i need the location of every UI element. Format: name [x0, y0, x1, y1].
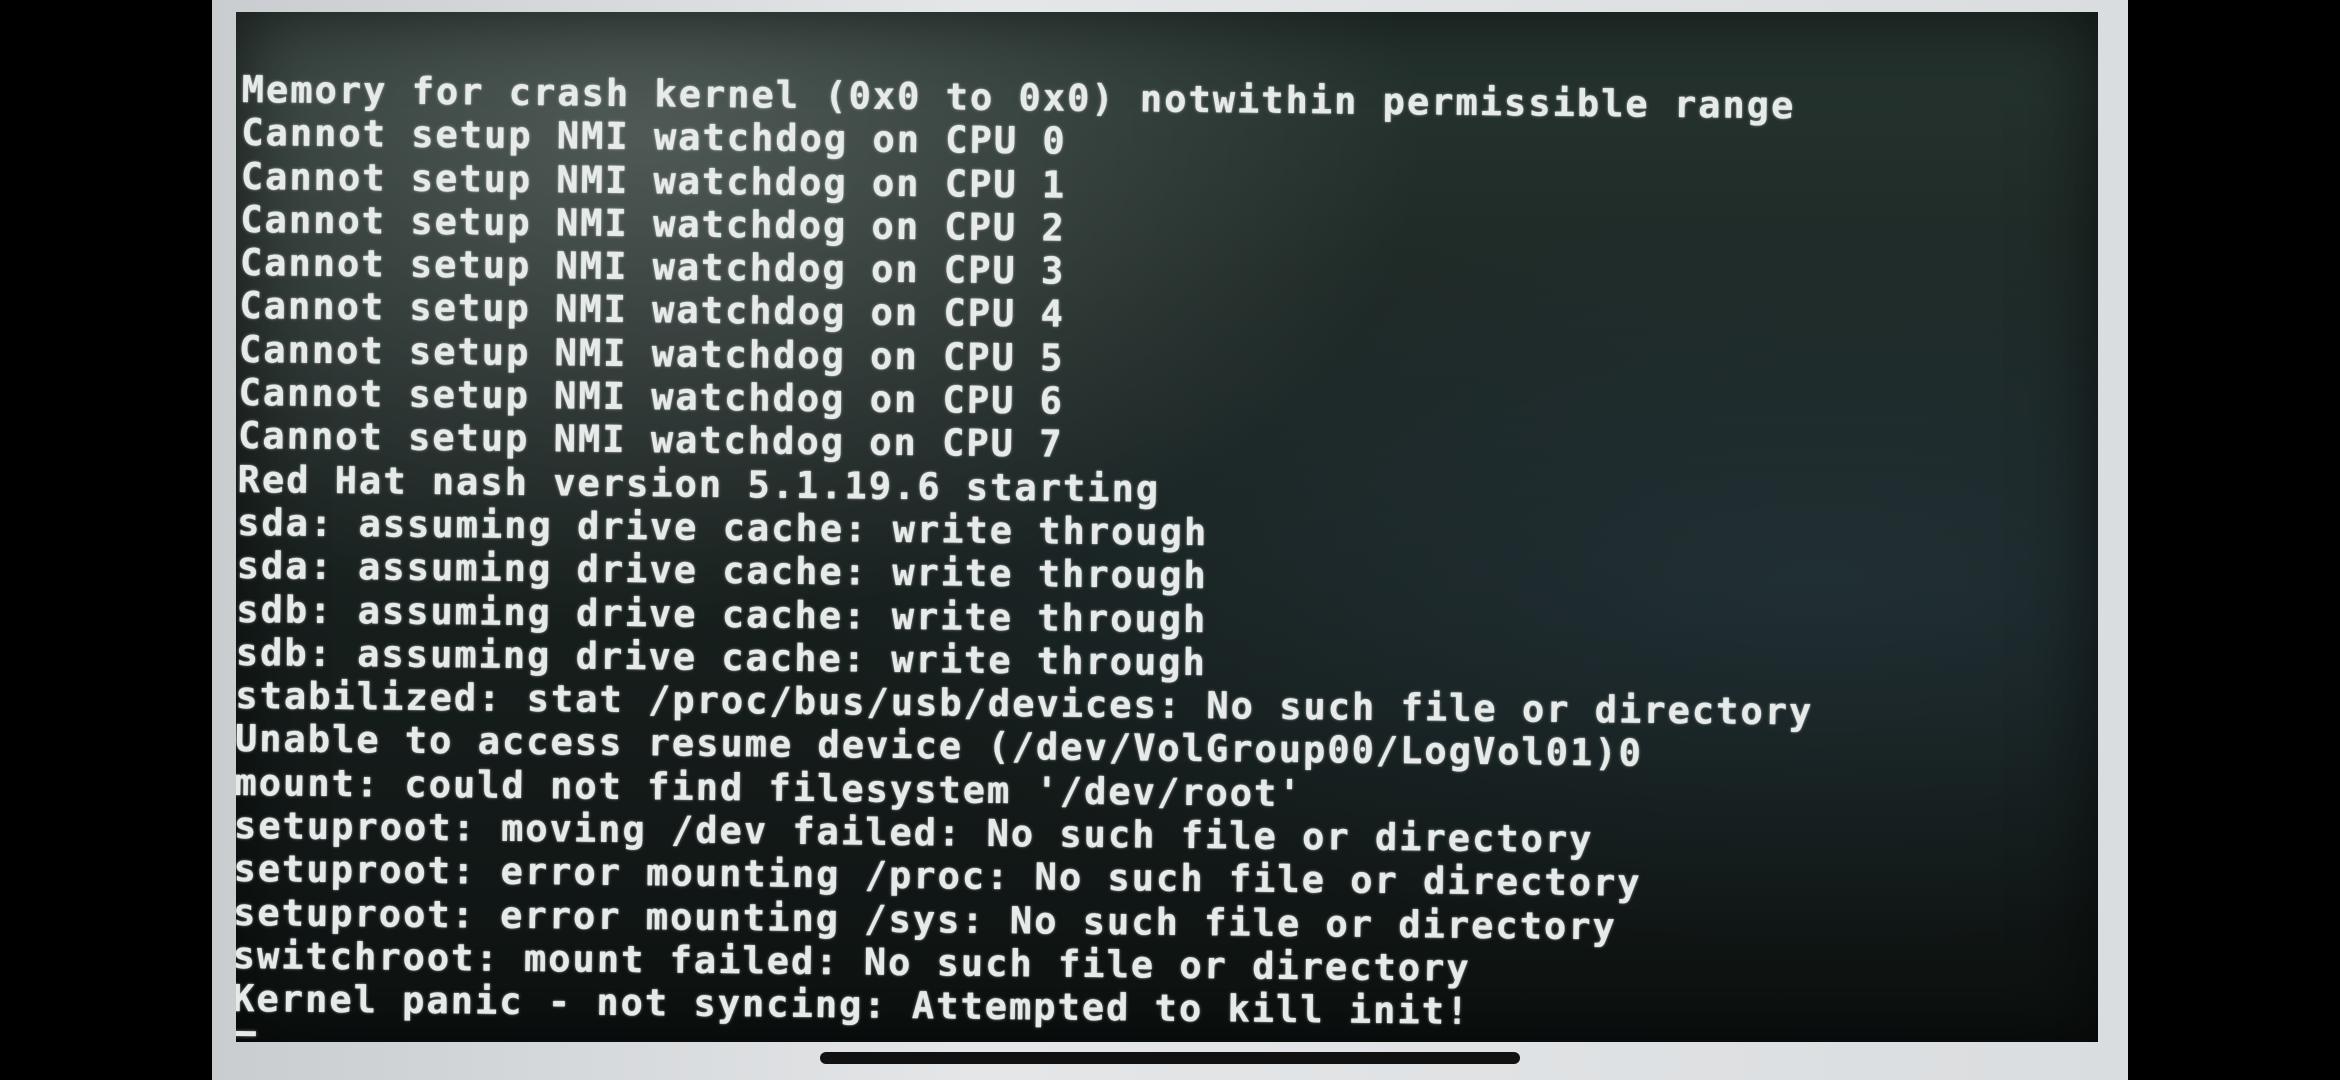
monitor-bezel: Memory for crash kernel (0x0 to 0x0) not…: [212, 0, 2128, 1080]
console-output: Memory for crash kernel (0x0 to 0x0) not…: [236, 68, 2082, 1042]
text-cursor: [236, 1030, 256, 1036]
photo-stage: Memory for crash kernel (0x0 to 0x0) not…: [0, 0, 2340, 1080]
home-indicator[interactable]: [820, 1052, 1520, 1064]
console-screen: Memory for crash kernel (0x0 to 0x0) not…: [236, 12, 2098, 1042]
